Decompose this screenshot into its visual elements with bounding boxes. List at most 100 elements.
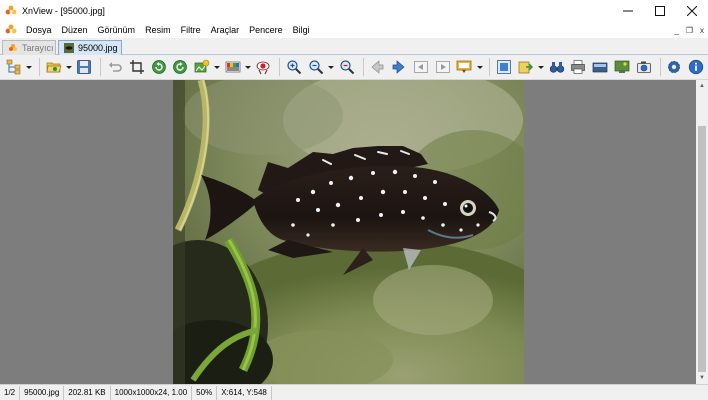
adjust-dropdown[interactable] xyxy=(214,57,221,77)
menu-bar: Dosya Düzen Görünüm Resim Filtre Araçlar… xyxy=(0,22,708,38)
info-button[interactable] xyxy=(686,57,706,77)
fullscreen-icon xyxy=(497,60,512,74)
print-icon xyxy=(571,60,586,74)
rotate-left-button[interactable] xyxy=(149,57,169,77)
scroll-down-arrow[interactable]: ▼ xyxy=(696,372,708,384)
crop-button[interactable] xyxy=(127,57,147,77)
vertical-scrollbar[interactable]: ▲ ▼ xyxy=(696,80,708,384)
adjust-button[interactable] xyxy=(192,57,212,77)
toolbar-separator xyxy=(489,58,491,76)
save-button[interactable] xyxy=(74,57,94,77)
zoom-out-button[interactable] xyxy=(306,57,326,77)
window-title: XnView - [95000.jpg] xyxy=(22,6,105,16)
color-dropdown[interactable] xyxy=(245,57,252,77)
zoom-dropdown[interactable] xyxy=(328,57,335,77)
zoom-in-button[interactable] xyxy=(284,57,304,77)
status-bar: 1/2 95000.jpg 202.81 KB 1000x1000x24, 1.… xyxy=(0,384,708,400)
next-button[interactable] xyxy=(389,57,409,77)
rotate-right-icon xyxy=(173,60,188,74)
undo-button[interactable] xyxy=(105,57,125,77)
menu-araclar[interactable]: Araçlar xyxy=(206,22,245,38)
save-icon xyxy=(77,60,92,74)
scanner-icon xyxy=(592,62,608,73)
slideshow-button[interactable] xyxy=(455,57,475,77)
scanner-button[interactable] xyxy=(590,57,610,77)
zoom-fit-icon xyxy=(340,60,354,75)
menu-dosya[interactable]: Dosya xyxy=(21,22,57,38)
status-zoom: 50% xyxy=(192,385,218,400)
zoom-out-icon xyxy=(309,60,324,75)
first-button[interactable] xyxy=(411,57,431,77)
toolbar-separator xyxy=(659,58,661,76)
window-controls xyxy=(612,0,708,22)
status-dimensions: 1000x1000x24, 1.00 xyxy=(111,385,193,400)
zoom-fit-button[interactable] xyxy=(337,57,357,77)
print-button[interactable] xyxy=(568,57,588,77)
toolbar-separator xyxy=(362,58,364,76)
browser-icon xyxy=(9,44,17,51)
slideshow-dropdown[interactable] xyxy=(476,57,483,77)
tab-image[interactable]: 95000.jpg xyxy=(58,40,122,55)
zoom-in-icon xyxy=(287,60,302,75)
rotate-right-button[interactable] xyxy=(170,57,190,77)
next-icon xyxy=(392,60,405,74)
tab-browser-label: Tarayıcı xyxy=(22,43,54,53)
toolbar xyxy=(0,55,708,80)
scrollbar-thumb[interactable] xyxy=(698,126,706,372)
browser-tree-icon xyxy=(6,59,21,75)
toolbar-separator xyxy=(38,58,40,76)
capture-button[interactable] xyxy=(634,57,654,77)
wallpaper-button[interactable] xyxy=(612,57,632,77)
status-filename: 95000.jpg xyxy=(20,385,65,400)
toolbar-separator xyxy=(279,58,281,76)
last-icon xyxy=(435,61,450,73)
open-button[interactable] xyxy=(44,57,64,77)
browser-tree-button[interactable] xyxy=(4,57,24,77)
last-button[interactable] xyxy=(433,57,453,77)
fullscreen-button[interactable] xyxy=(494,57,514,77)
scroll-up-arrow[interactable]: ▲ xyxy=(696,80,708,92)
xnview-menu-icon[interactable] xyxy=(5,24,17,36)
menu-bilgi[interactable]: Bilgi xyxy=(288,22,315,38)
find-button[interactable] xyxy=(547,57,567,77)
maximize-button[interactable] xyxy=(644,0,676,22)
status-coordinates: X:614, Y:548 xyxy=(217,385,272,400)
document-restore-button[interactable]: ❐ xyxy=(686,26,693,35)
camera-icon xyxy=(636,61,651,73)
color-palette-button[interactable] xyxy=(223,57,243,77)
tab-browser[interactable]: Tarayıcı xyxy=(2,40,56,55)
document-window-controls: _ ❐ x xyxy=(674,22,704,38)
settings-button[interactable] xyxy=(665,57,685,77)
status-filesize: 202.81 KB xyxy=(64,385,111,400)
xnview-logo-icon xyxy=(5,5,17,17)
crop-icon xyxy=(129,60,144,74)
menu-duzen[interactable]: Düzen xyxy=(57,22,93,38)
binoculars-icon xyxy=(549,62,564,73)
export-dropdown[interactable] xyxy=(538,57,545,77)
adjust-icon xyxy=(194,59,210,73)
minimize-button[interactable] xyxy=(612,0,644,22)
document-minimize-button[interactable]: _ xyxy=(674,26,678,35)
first-icon xyxy=(414,61,428,73)
document-close-button[interactable]: x xyxy=(700,26,704,35)
menu-gorunum[interactable]: Görünüm xyxy=(93,22,141,38)
menu-filtre[interactable]: Filtre xyxy=(176,22,206,38)
browser-tree-dropdown[interactable] xyxy=(26,57,33,77)
image-viewer[interactable] xyxy=(0,80,696,384)
close-button[interactable] xyxy=(676,0,708,22)
color-palette-icon xyxy=(225,61,241,73)
red-eye-button[interactable] xyxy=(254,57,274,77)
export-icon xyxy=(518,61,533,74)
previous-button[interactable] xyxy=(368,57,388,77)
export-button[interactable] xyxy=(516,57,536,77)
tab-bar: Tarayıcı 95000.jpg xyxy=(0,38,708,55)
menu-resim[interactable]: Resim xyxy=(140,22,176,38)
tab-image-label: 95000.jpg xyxy=(78,43,118,53)
wallpaper-icon xyxy=(614,60,630,73)
open-dropdown[interactable] xyxy=(65,57,72,77)
previous-icon xyxy=(371,60,384,74)
image-thumbnail-icon xyxy=(64,43,74,53)
menu-pencere[interactable]: Pencere xyxy=(244,22,288,38)
info-icon xyxy=(688,59,704,75)
red-eye-icon xyxy=(257,61,270,75)
